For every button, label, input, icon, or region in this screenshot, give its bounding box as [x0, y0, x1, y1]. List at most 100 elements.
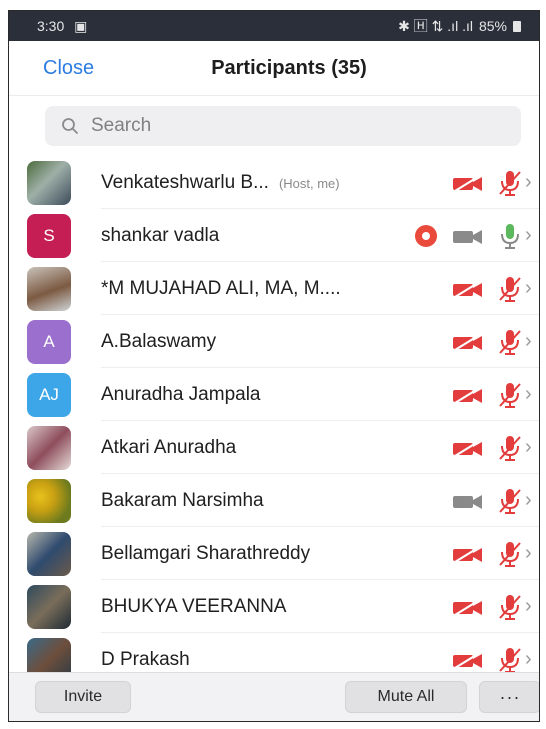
participant-controls: ›	[451, 527, 539, 580]
participant-row[interactable]: Venkateshwarlu B... (Host, me) ›	[9, 156, 539, 209]
participant-controls: ›	[451, 262, 539, 315]
chevron-right-icon: ›	[525, 383, 532, 405]
participant-name-text: D Prakash	[101, 648, 190, 670]
participant-name-text: *M MUJAHAD ALI, MA, M....	[101, 277, 341, 299]
footer-bar: Invite Mute All ···	[9, 672, 539, 721]
participant-name: Bakaram Narsimha	[101, 490, 264, 512]
participant-name: Anuradha Jampala	[101, 384, 261, 406]
participant-row[interactable]: *M MUJAHAD ALI, MA, M.... ›	[9, 262, 539, 315]
mic-off-icon	[497, 275, 523, 303]
video-off-icon	[451, 438, 485, 458]
mic-off-icon	[497, 169, 523, 197]
participant-name-text: Bellamgari Sharathreddy	[101, 542, 311, 564]
participant-name: shankar vadla	[101, 225, 219, 247]
avatar-photo	[27, 160, 71, 205]
chevron-right-icon: ›	[525, 171, 532, 193]
chevron-right-icon: ›	[525, 489, 532, 511]
battery-percent: 85%	[478, 18, 507, 34]
participant-list: Venkateshwarlu B... (Host, me) › Sshankar v…	[9, 156, 539, 686]
participant-row[interactable]: Bellamgari Sharathreddy ›	[9, 527, 539, 580]
mic-off-icon	[497, 540, 523, 568]
video-on-icon	[451, 226, 485, 246]
mic-off-icon	[497, 593, 523, 621]
participant-name: *M MUJAHAD ALI, MA, M....	[101, 278, 341, 300]
search-bar[interactable]	[45, 106, 521, 146]
mute-all-button[interactable]: Mute All	[345, 681, 467, 713]
participant-row[interactable]: AJ Anuradha Jampala ›	[9, 368, 539, 421]
status-bar: 3:30 ▣ ✱ 🄷 ⇅ .ıl .ıl 85%	[9, 11, 539, 41]
participant-controls: ›	[451, 421, 539, 474]
participant-controls: ›	[451, 580, 539, 633]
avatar-photo	[27, 478, 71, 523]
participant-row[interactable]: Sshankar vadla ›	[9, 209, 539, 262]
participant-name-text: shankar vadla	[101, 224, 220, 246]
participant-controls: ›	[415, 209, 539, 262]
search-container	[9, 96, 539, 156]
avatar-photo	[27, 266, 71, 311]
participant-name: D Prakash	[101, 649, 190, 671]
participant-name: Atkari Anuradha	[101, 437, 236, 459]
participant-row[interactable]: Atkari Anuradha ›	[9, 421, 539, 474]
video-off-icon	[451, 279, 485, 299]
status-time: 3:30	[37, 17, 65, 34]
video-off-icon	[451, 597, 485, 617]
video-off-icon	[451, 385, 485, 405]
chevron-right-icon: ›	[525, 330, 532, 352]
recording-icon	[415, 224, 437, 247]
mic-on-icon	[497, 222, 523, 250]
participant-name-text: A.Balaswamy	[101, 330, 217, 352]
avatar-initials: A	[27, 319, 71, 364]
chevron-right-icon: ›	[525, 277, 532, 299]
video-off-icon	[451, 332, 485, 352]
participant-name-text: BHUKYA VEERANNA	[101, 595, 287, 617]
participant-name: A.Balaswamy	[101, 331, 216, 353]
avatar-photo	[27, 531, 71, 576]
avatar-photo	[27, 584, 71, 629]
participant-name-text: Atkari Anuradha	[101, 436, 237, 458]
status-indicators: ✱ 🄷 ⇅ .ıl .ıl 85%	[398, 16, 521, 36]
signal-icons: ✱ 🄷 ⇅ .ıl .ıl	[398, 18, 473, 34]
participant-row[interactable]: A A.Balaswamy ›	[9, 315, 539, 368]
participant-row[interactable]: Bakaram Narsimha ›	[9, 474, 539, 527]
calendar-icon: ▣	[74, 17, 88, 34]
mic-off-icon	[497, 328, 523, 356]
avatar-initials-text: A	[43, 331, 55, 351]
participant-name-text: Venkateshwarlu B...	[101, 171, 269, 193]
participant-row[interactable]: BHUKYA VEERANNA ›	[9, 580, 539, 633]
search-input[interactable]	[89, 114, 473, 138]
participant-name: Venkateshwarlu B... (Host, me)	[101, 172, 340, 194]
mic-off-icon	[497, 487, 523, 515]
video-off-icon	[451, 173, 485, 193]
status-time-group: 3:30 ▣	[37, 18, 87, 35]
avatar-initials-text: AJ	[39, 384, 59, 404]
invite-button[interactable]: Invite	[35, 681, 131, 713]
video-off-icon	[451, 544, 485, 564]
mic-off-icon	[497, 434, 523, 462]
chevron-right-icon: ›	[525, 224, 532, 246]
avatar-initials: AJ	[27, 372, 71, 417]
mic-off-icon	[497, 381, 523, 409]
chevron-right-icon: ›	[525, 595, 532, 617]
avatar-initials: S	[27, 213, 71, 258]
chevron-right-icon: ›	[525, 542, 532, 564]
battery-icon	[513, 20, 521, 32]
search-icon	[61, 117, 79, 135]
participant-controls: ›	[451, 156, 539, 209]
chevron-right-icon: ›	[525, 648, 532, 670]
participant-name: BHUKYA VEERANNA	[101, 596, 286, 618]
close-button[interactable]: Close	[43, 57, 94, 80]
participant-name: Bellamgari Sharathreddy	[101, 543, 310, 565]
participant-name-text: Bakaram Narsimha	[101, 489, 264, 511]
more-options-button[interactable]: ···	[479, 681, 539, 713]
participants-header: Close Participants (35)	[9, 41, 539, 96]
participant-controls: ›	[451, 315, 539, 368]
phone-screen: 3:30 ▣ ✱ 🄷 ⇅ .ıl .ıl 85% Close Participa…	[8, 10, 540, 722]
video-off-icon	[451, 650, 485, 670]
participant-controls: ›	[451, 368, 539, 421]
video-on-icon	[451, 491, 485, 511]
participant-name-text: Anuradha Jampala	[101, 383, 261, 405]
avatar-initials-text: S	[43, 225, 55, 245]
avatar-photo	[27, 425, 71, 470]
chevron-right-icon: ›	[525, 436, 532, 458]
host-tag: (Host, me)	[278, 175, 340, 191]
